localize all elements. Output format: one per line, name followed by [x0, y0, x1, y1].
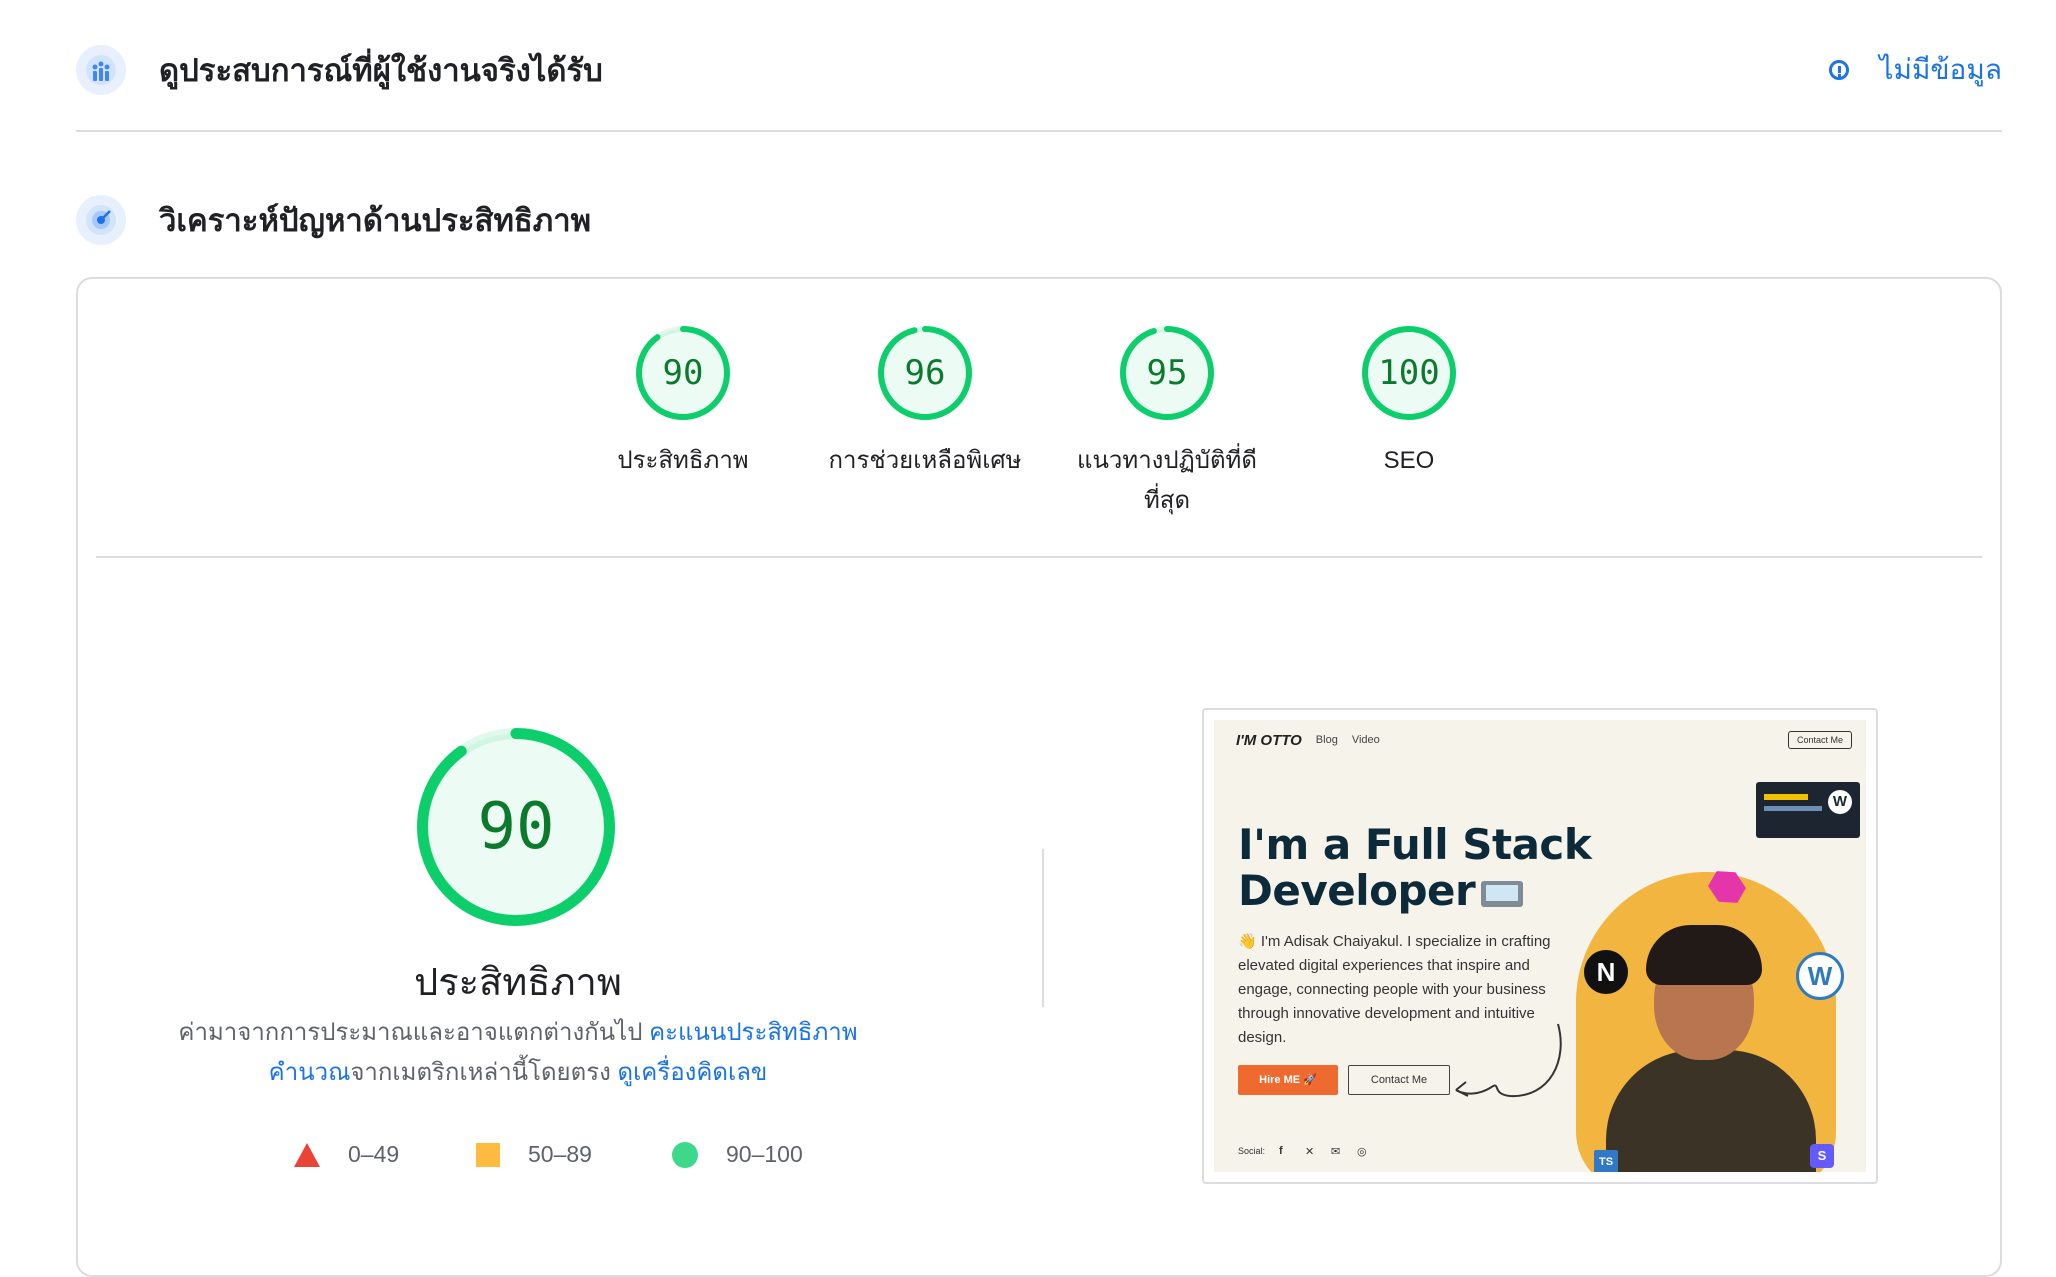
mail-icon: ✉ — [1331, 1146, 1341, 1158]
info-icon — [1829, 60, 1850, 80]
typescript-icon: TS — [1594, 1150, 1618, 1172]
gauge-accessibility[interactable]: 96 การช่วยเหลือพิเศษ — [815, 325, 1035, 481]
laptop-icon — [1481, 880, 1524, 907]
legend-pass-label: 90–100 — [726, 1141, 803, 1167]
screenshot-nav-contact: Contact Me — [1787, 731, 1852, 749]
instagram-icon: ◎ — [1357, 1146, 1367, 1158]
screenshot-headline: I'm a Full Stack Developer — [1238, 820, 1592, 914]
legend-fail: 0–49 — [294, 1141, 399, 1168]
performance-gauge-large: 90 — [416, 727, 616, 927]
arrow-doodle — [1455, 1023, 1562, 1098]
person-hair — [1646, 925, 1762, 985]
legend-pass: 90–100 — [672, 1141, 803, 1168]
wordpress-badge-icon: W — [1796, 952, 1844, 1000]
gauge-label: การช่วยเหลือพิเศษ — [828, 447, 1022, 474]
score-legend: 0–49 50–89 90–100 — [78, 1135, 958, 1175]
no-data-link[interactable]: ไม่มีข้อมูล — [1829, 48, 2002, 92]
square-icon — [476, 1142, 500, 1167]
video-thumbnail: W — [1756, 782, 1860, 838]
video-subtitle-bar — [1764, 806, 1822, 811]
screenshot-hire-button: Hire ME 🚀 — [1238, 1065, 1338, 1095]
performance-score-large: 90 — [477, 790, 555, 864]
screenshot-nav-video: Video — [1351, 734, 1380, 746]
field-data-icon — [76, 45, 126, 95]
circle-icon — [672, 1141, 698, 1168]
gauge-label: ประสิทธิภาพ — [617, 447, 749, 474]
gauge-seo[interactable]: 100 SEO — [1299, 325, 1519, 481]
performance-title: ประสิทธิภาพ — [414, 962, 622, 1004]
stripe-icon: S — [1810, 1144, 1834, 1168]
diagnose-section-header: วิเคราะห์ปัญหาด้านประสิทธิภาพ — [76, 190, 2002, 250]
report-card: 90 ประสิทธิภาพ 96 การช่วยเหลือพิเศษ 95 แ… — [76, 277, 2002, 1277]
headline-line-1: I'm a Full Stack — [1238, 820, 1592, 869]
screenshot-social: Social: f ✕ ✉ ◎ — [1238, 1145, 1383, 1158]
x-icon: ✕ — [1305, 1146, 1315, 1158]
no-data-label[interactable]: ไม่มีข้อมูล — [1879, 48, 2002, 92]
crux-section-header: ดูประสบการณ์ที่ผู้ใช้งานจริงได้รับ ไม่มี… — [76, 40, 2002, 100]
section-divider — [76, 130, 2002, 132]
gauge-score: 96 — [904, 353, 946, 393]
gauge-score: 90 — [662, 353, 704, 393]
screenshot-contact-button: Contact Me — [1348, 1065, 1450, 1095]
final-screenshot: I'M OTTO Blog Video Contact Me W I'm a F… — [1202, 708, 1878, 1184]
screenshot-logo: I'M OTTO — [1236, 731, 1302, 749]
performance-description: ค่ามาจากการประมาณและอาจแตกต่างกันไป คะแน… — [158, 1013, 878, 1093]
headline-line-2: Developer — [1238, 868, 1591, 914]
screenshot-nav-blog: Blog — [1315, 734, 1338, 746]
legend-fail-label: 0–49 — [348, 1141, 400, 1167]
nextjs-icon: N — [1584, 950, 1628, 994]
gauge-label: SEO — [1383, 447, 1435, 474]
legend-average-label: 50–89 — [528, 1141, 592, 1167]
screenshot-nav: I'M OTTO Blog Video Contact Me — [1236, 728, 1852, 752]
triangle-icon — [294, 1142, 320, 1167]
screenshot-page: I'M OTTO Blog Video Contact Me W I'm a F… — [1214, 720, 1866, 1172]
gauge-score: 100 — [1378, 353, 1440, 393]
desc-middle: จากเมตริกเหล่านี้โดยตรง — [350, 1059, 618, 1086]
vertical-divider — [1042, 849, 1044, 1007]
facebook-icon: f — [1279, 1145, 1283, 1157]
card-divider — [96, 556, 1982, 558]
legend-average: 50–89 — [476, 1141, 592, 1168]
category-gauges: 90 ประสิทธิภาพ 96 การช่วยเหลือพิเศษ 95 แ… — [78, 325, 2000, 545]
gauge-best-practices[interactable]: 95 แนวทางปฏิบัติที่ดีที่สุด — [1057, 325, 1277, 521]
crux-section-title: ดูประสบการณ์ที่ผู้ใช้งานจริงได้รับ — [159, 53, 603, 88]
calculator-link[interactable]: ดูเครื่องคิดเลข — [617, 1059, 767, 1086]
gauge-score: 95 — [1146, 353, 1188, 393]
desc-prefix: ค่ามาจากการประมาณและอาจแตกต่างกันไป — [178, 1019, 650, 1046]
gauge-performance[interactable]: 90 ประสิทธิภาพ — [573, 325, 793, 481]
video-title-bar — [1764, 794, 1808, 800]
gauge-label: แนวทางปฏิบัติที่ดีที่สุด — [1077, 447, 1257, 514]
lab-data-icon — [76, 195, 126, 245]
wordpress-icon: W — [1828, 790, 1852, 814]
social-label: Social: — [1238, 1146, 1266, 1156]
diagnose-section-title: วิเคราะห์ปัญหาด้านประสิทธิภาพ — [159, 203, 592, 238]
